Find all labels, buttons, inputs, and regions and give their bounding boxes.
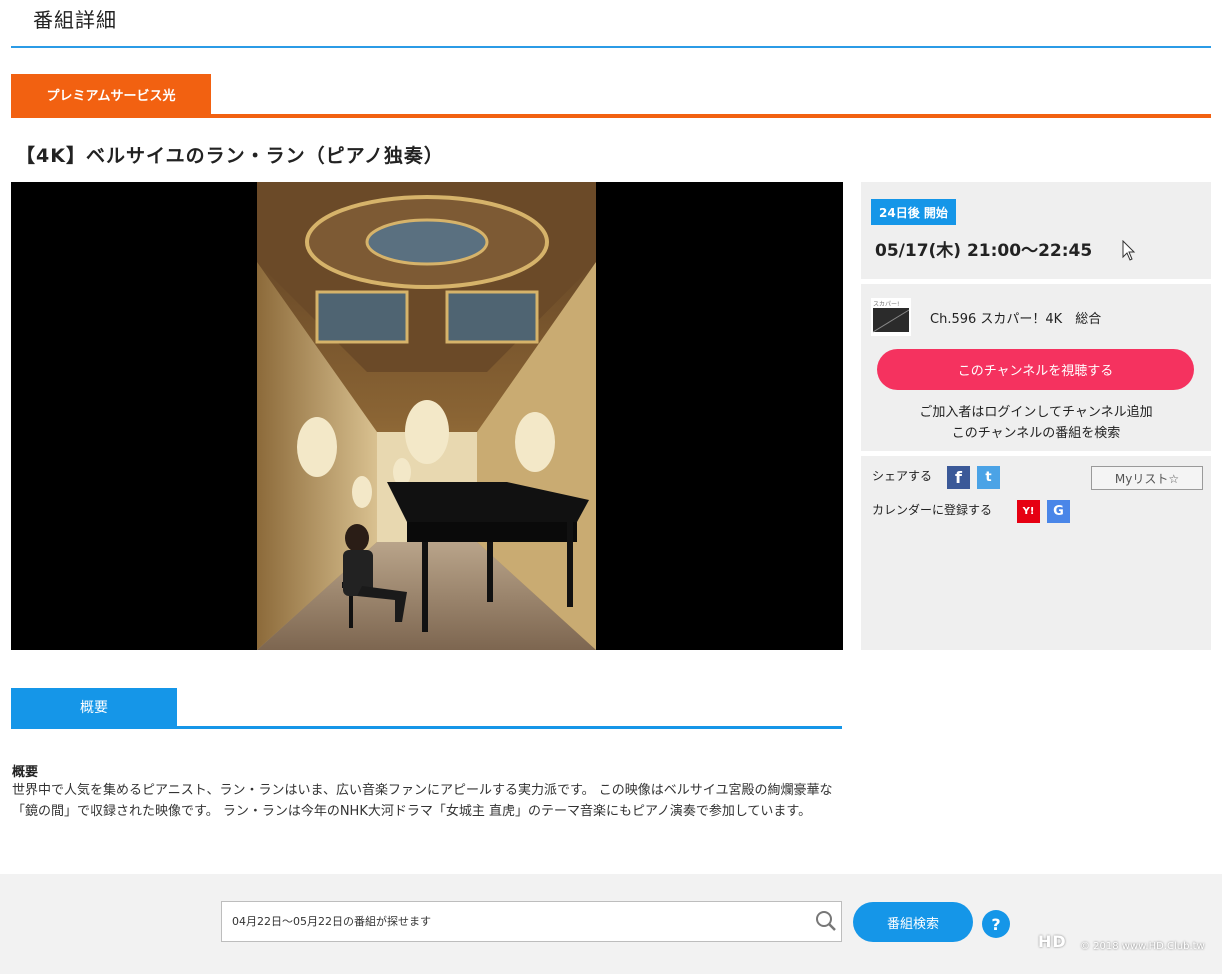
search-icon[interactable] <box>814 909 838 937</box>
panel-divider <box>861 279 1211 284</box>
title-divider <box>11 46 1211 48</box>
overview-divider <box>11 726 842 729</box>
mylist-button[interactable]: Myリスト☆ <box>1091 466 1203 490</box>
search-channel-programs-link[interactable]: このチャンネルの番組を検索 <box>861 422 1211 441</box>
channel-name: Ch.596 スカパー！4K 総合 <box>930 312 1102 327</box>
search-input[interactable] <box>232 902 802 941</box>
overview-heading: 概要 <box>12 765 39 780</box>
mouse-cursor-icon <box>1122 239 1136 266</box>
broadcast-datetime: 05/17(木) 21:00〜22:45 <box>875 241 1093 261</box>
yahoo-calendar-icon[interactable]: Y! <box>1017 500 1040 523</box>
start-badge: 24日後 開始 <box>871 199 956 225</box>
watermark-logo: HD <box>1038 932 1067 951</box>
service-divider <box>11 114 1211 118</box>
program-image <box>11 182 843 650</box>
help-icon[interactable]: ? <box>982 910 1010 938</box>
google-calendar-icon[interactable]: G <box>1047 500 1070 523</box>
palace-piano-photo <box>257 182 596 650</box>
watermark-text: © 2018 www.HD.Club.tw <box>1080 941 1205 952</box>
service-tab[interactable]: プレミアムサービス光 <box>11 74 211 114</box>
page-title: 番組詳細 <box>33 8 117 32</box>
channel-logo-icon[interactable]: スカパー! <box>871 298 911 336</box>
channel-logo-text: スカパー! <box>873 301 899 308</box>
overview-text: 世界中で人気を集めるピアニスト、ラン・ランはいま、広い音楽ファンにアピールする実… <box>12 783 833 819</box>
watch-channel-button[interactable]: このチャンネルを視聴する <box>877 349 1194 390</box>
program-search-button[interactable]: 番組検索 <box>853 902 973 942</box>
calendar-label: カレンダーに登録する <box>872 503 993 517</box>
program-title: 【4K】ベルサイユのラン・ラン（ピアノ独奏） <box>16 145 444 167</box>
search-box[interactable] <box>221 901 842 942</box>
tab-overview[interactable]: 概要 <box>11 688 177 726</box>
login-add-channel-link[interactable]: ご加入者はログインしてチャンネル追加 <box>861 401 1211 420</box>
panel-divider <box>861 451 1211 456</box>
share-label: シェアする <box>872 469 933 483</box>
twitter-icon[interactable]: t <box>977 466 1000 489</box>
facebook-icon[interactable]: f <box>947 466 970 489</box>
